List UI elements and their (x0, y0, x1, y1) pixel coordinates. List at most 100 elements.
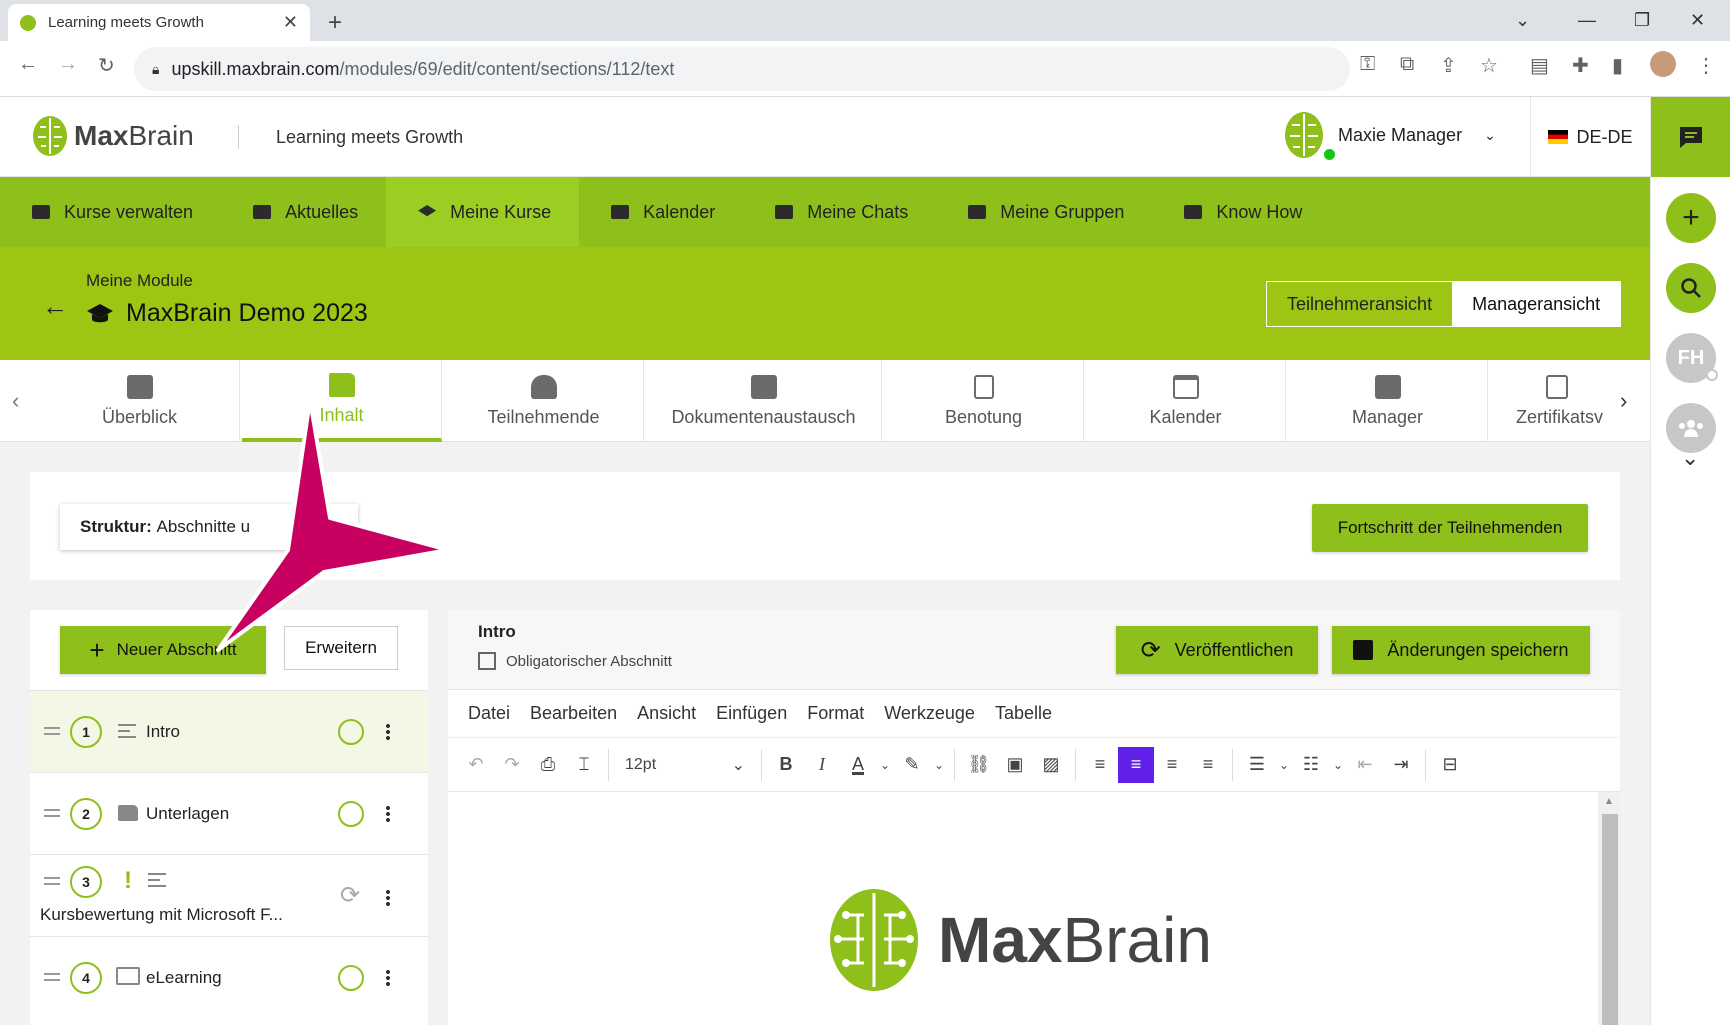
minimize-icon[interactable]: — (1578, 10, 1596, 31)
nav-meine-chats[interactable]: Meine Chats (743, 177, 936, 247)
tab-benotung[interactable]: Benotung (884, 360, 1084, 442)
numbered-list-icon[interactable]: ☷ (1293, 747, 1329, 783)
expand-button[interactable]: Erweitern (284, 626, 398, 670)
forward-icon[interactable]: → (58, 53, 78, 76)
drag-handle-icon[interactable] (44, 809, 60, 817)
editor-content[interactable]: MaxBrain (448, 792, 1598, 1025)
section-row[interactable]: 1 Intro (30, 690, 428, 772)
editor-scrollbar[interactable]: ▲ (1598, 792, 1620, 1025)
participant-progress-button[interactable]: Fortschritt der Teilnehmenden (1312, 504, 1588, 552)
reload-icon[interactable]: ↻ (98, 53, 115, 78)
back-icon[interactable]: ← (18, 53, 38, 76)
section-row[interactable]: 3 ! Kursbewertung mit Microsoft F... ⟳ (30, 854, 428, 936)
scroll-up-icon[interactable]: ▲ (1604, 796, 1614, 807)
numbered-list-dropdown-icon[interactable]: ⌄ (1329, 747, 1347, 783)
bullet-list-icon[interactable]: ☰ (1239, 747, 1275, 783)
maxbrain-logo[interactable]: MaxBrain (32, 115, 194, 157)
page-break-icon[interactable]: ⊟ (1432, 747, 1468, 783)
menu-werkzeuge[interactable]: Werkzeuge (884, 703, 975, 724)
bookmark-star-icon[interactable]: ☆ (1480, 53, 1498, 78)
manager-view-button[interactable]: Manageransicht (1452, 282, 1621, 326)
search-button[interactable] (1666, 263, 1716, 313)
drag-handle-icon[interactable] (44, 973, 60, 981)
back-arrow-icon[interactable]: ← (42, 291, 68, 322)
redo-icon[interactable]: ↷ (494, 747, 530, 783)
text-color-dropdown-icon[interactable]: ⌄ (876, 747, 894, 783)
translate-icon[interactable]: ⧉ (1400, 53, 1414, 76)
media-icon[interactable]: ▨ (1033, 747, 1069, 783)
breadcrumb[interactable]: Meine Module (86, 271, 193, 291)
user-initials-avatar[interactable]: FH (1666, 333, 1718, 383)
menu-datei[interactable]: Datei (468, 703, 510, 724)
highlight-color-icon[interactable]: ✎ (894, 747, 930, 783)
structure-select[interactable]: Struktur: Abschnitte u (60, 504, 358, 550)
side-panel-icon[interactable]: ▮ (1612, 53, 1623, 78)
key-icon[interactable]: ⚿ (1360, 53, 1375, 76)
more-options-icon[interactable] (386, 805, 390, 823)
tab-search-icon[interactable]: ⌄ (1515, 10, 1530, 31)
menu-format[interactable]: Format (807, 703, 864, 724)
indent-icon[interactable]: ⇥ (1383, 747, 1419, 783)
language-selector[interactable]: DE-DE (1530, 97, 1650, 177)
browser-tab[interactable]: Learning meets Growth ✕ (8, 4, 310, 41)
tab-teilnehmende[interactable]: Teilnehmende (444, 360, 644, 442)
more-options-icon[interactable] (386, 889, 390, 907)
scrollbar-thumb[interactable] (1602, 814, 1618, 1025)
puzzle-icon[interactable]: ✚ (1572, 53, 1589, 78)
menu-einfuegen[interactable]: Einfügen (716, 703, 787, 724)
tab-zertifikate[interactable]: Zertifikatsv (1490, 360, 1610, 442)
drag-handle-icon[interactable] (44, 727, 60, 735)
tab-manager[interactable]: Manager (1288, 360, 1488, 442)
bullet-list-dropdown-icon[interactable]: ⌄ (1275, 747, 1293, 783)
chrome-menu-icon[interactable]: ⋮ (1696, 53, 1716, 78)
font-size-select[interactable]: 12pt ⌄ (615, 747, 755, 783)
more-options-icon[interactable] (386, 969, 390, 987)
nav-aktuelles[interactable]: Aktuelles (221, 177, 386, 247)
profile-avatar[interactable] (1650, 51, 1676, 77)
mandatory-checkbox[interactable]: Obligatorischer Abschnitt (478, 652, 672, 670)
link-icon[interactable]: ⛓ (961, 747, 997, 783)
add-button[interactable]: + (1666, 193, 1716, 243)
new-tab-icon[interactable]: + (328, 9, 342, 37)
nav-know-how[interactable]: Know How (1152, 177, 1330, 247)
menu-bearbeiten[interactable]: Bearbeiten (530, 703, 617, 724)
highlight-dropdown-icon[interactable]: ⌄ (930, 747, 948, 783)
nav-meine-kurse[interactable]: Meine Kurse (386, 177, 580, 247)
image-icon[interactable]: ▣ (997, 747, 1033, 783)
expand-rail-chevron-icon[interactable]: ⌄ (1681, 445, 1699, 471)
save-changes-button[interactable]: Änderungen speichern (1332, 626, 1590, 674)
restore-icon[interactable]: ❐ (1634, 10, 1650, 31)
nav-meine-gruppen[interactable]: Meine Gruppen (936, 177, 1152, 247)
text-color-icon[interactable]: A (840, 747, 876, 783)
tab-ueberblick[interactable]: Überblick (40, 360, 240, 442)
new-section-button[interactable]: + Neuer Abschnitt (60, 626, 266, 674)
align-center-icon[interactable]: ≡ (1118, 746, 1154, 783)
publish-button[interactable]: ⟳ Veröffentlichen (1116, 626, 1318, 674)
address-bar[interactable]: 🔒︎ upskill.maxbrain.com/modules/69/edit/… (134, 47, 1350, 91)
participant-view-button[interactable]: Teilnehmeransicht (1267, 282, 1453, 326)
italic-icon[interactable]: I (804, 747, 840, 783)
align-justify-icon[interactable]: ≡ (1190, 747, 1226, 783)
nav-kalender[interactable]: Kalender (579, 177, 743, 247)
tabs-scroll-left-icon[interactable]: ‹ (12, 388, 19, 414)
close-tab-icon[interactable]: ✕ (283, 12, 298, 33)
bold-icon[interactable]: B (768, 747, 804, 783)
user-menu[interactable]: Maxie Manager ⌄ (1284, 111, 1496, 160)
extension-icon[interactable]: ▤ (1530, 53, 1549, 78)
tab-inhalt[interactable]: Inhalt (242, 360, 442, 442)
menu-ansicht[interactable]: Ansicht (637, 703, 696, 724)
align-right-icon[interactable]: ≡ (1154, 747, 1190, 783)
tabs-scroll-right-icon[interactable]: › (1620, 388, 1627, 414)
window-close-icon[interactable]: ✕ (1690, 10, 1705, 31)
undo-icon[interactable]: ↶ (458, 747, 494, 783)
section-row[interactable]: 2 Unterlagen (30, 772, 428, 854)
drag-handle-icon[interactable] (44, 877, 60, 885)
share-icon[interactable]: ⇪ (1440, 53, 1457, 78)
align-left-icon[interactable]: ≡ (1082, 747, 1118, 783)
menu-tabelle[interactable]: Tabelle (995, 703, 1052, 724)
tab-dokumentenaustausch[interactable]: Dokumentenaustausch (646, 360, 882, 442)
format-painter-icon[interactable]: ⌶ (566, 747, 602, 783)
chat-panel-button[interactable] (1651, 97, 1730, 177)
outdent-icon[interactable]: ⇤ (1347, 747, 1383, 783)
print-icon[interactable]: ⎙ (530, 747, 566, 783)
